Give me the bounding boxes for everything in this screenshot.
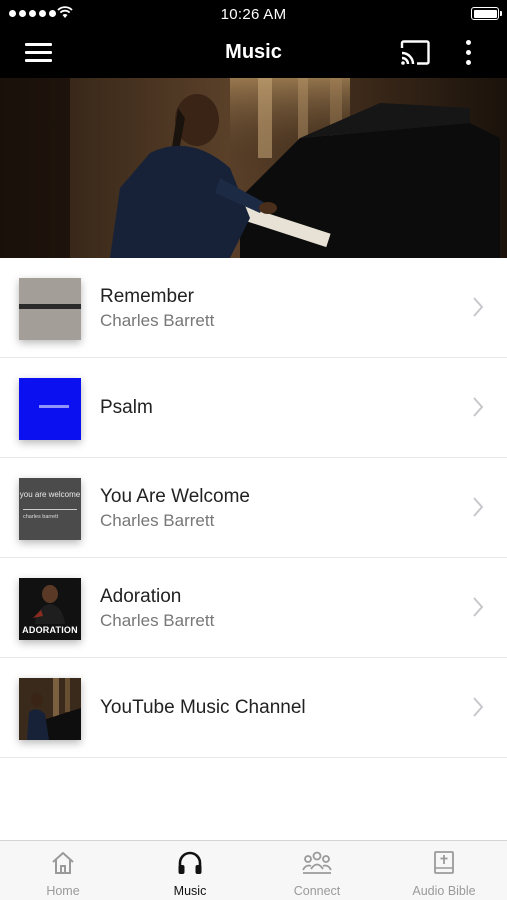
navigation-bar: Music <box>0 28 507 78</box>
album-art-adoration: ADORATION <box>19 578 81 640</box>
list-item-you-are-welcome[interactable]: you are welcome charles barrett You Are … <box>0 458 507 558</box>
hero-image-pianist <box>0 78 507 258</box>
tab-music[interactable]: Music <box>127 841 253 900</box>
tab-label: Audio Bible <box>412 884 476 898</box>
item-title: YouTube Music Channel <box>100 697 306 718</box>
tab-bar: Home Music Connect Audio Bible <box>0 840 507 900</box>
item-title: Psalm <box>100 397 153 418</box>
tab-label: Music <box>173 884 207 898</box>
album-art-psalm <box>19 378 81 440</box>
item-title: Remember <box>100 286 194 307</box>
tab-connect[interactable]: Connect <box>254 841 380 900</box>
chevron-right-icon <box>473 397 484 417</box>
bible-icon <box>434 851 454 874</box>
music-list: Remember Charles Barrett Psalm you are w… <box>0 258 507 758</box>
item-title: Adoration <box>100 586 182 607</box>
list-item-adoration[interactable]: ADORATION Adoration Charles Barrett <box>0 558 507 658</box>
people-icon <box>302 851 332 874</box>
home-icon <box>52 852 74 874</box>
album-art-text: you are welcome <box>19 490 81 499</box>
headphones-icon <box>178 851 202 874</box>
status-bar: 10:26 AM <box>0 0 507 28</box>
more-options-icon[interactable] <box>456 38 480 68</box>
item-subtitle: Charles Barrett <box>100 311 215 330</box>
tab-home[interactable]: Home <box>0 841 126 900</box>
album-art-text: ADORATION <box>22 625 78 635</box>
chevron-right-icon <box>473 597 484 617</box>
youtube-channel-thumbnail <box>19 678 81 740</box>
chevron-right-icon <box>473 697 484 717</box>
tab-audio-bible[interactable]: Audio Bible <box>381 841 507 900</box>
item-subtitle: Charles Barrett <box>100 511 215 530</box>
album-art-subtext: charles barrett <box>23 514 59 520</box>
chevron-right-icon <box>473 297 484 317</box>
battery-icon <box>471 7 502 20</box>
status-time: 10:26 AM <box>220 6 287 23</box>
cast-icon[interactable] <box>396 38 434 68</box>
chevron-right-icon <box>473 497 484 517</box>
music-screen: 10:26 AM Music Remember Charles Barrett … <box>0 0 507 900</box>
item-subtitle: Charles Barrett <box>100 611 215 630</box>
list-item-psalm[interactable]: Psalm <box>0 358 507 458</box>
album-art-remember <box>19 278 81 340</box>
tab-label: Home <box>46 884 80 898</box>
item-title: You Are Welcome <box>100 486 250 507</box>
list-item-remember[interactable]: Remember Charles Barrett <box>0 258 507 358</box>
album-art-you-are-welcome: you are welcome charles barrett <box>19 478 81 540</box>
tab-label: Connect <box>293 884 341 898</box>
list-item-youtube-music-channel[interactable]: YouTube Music Channel <box>0 658 507 758</box>
